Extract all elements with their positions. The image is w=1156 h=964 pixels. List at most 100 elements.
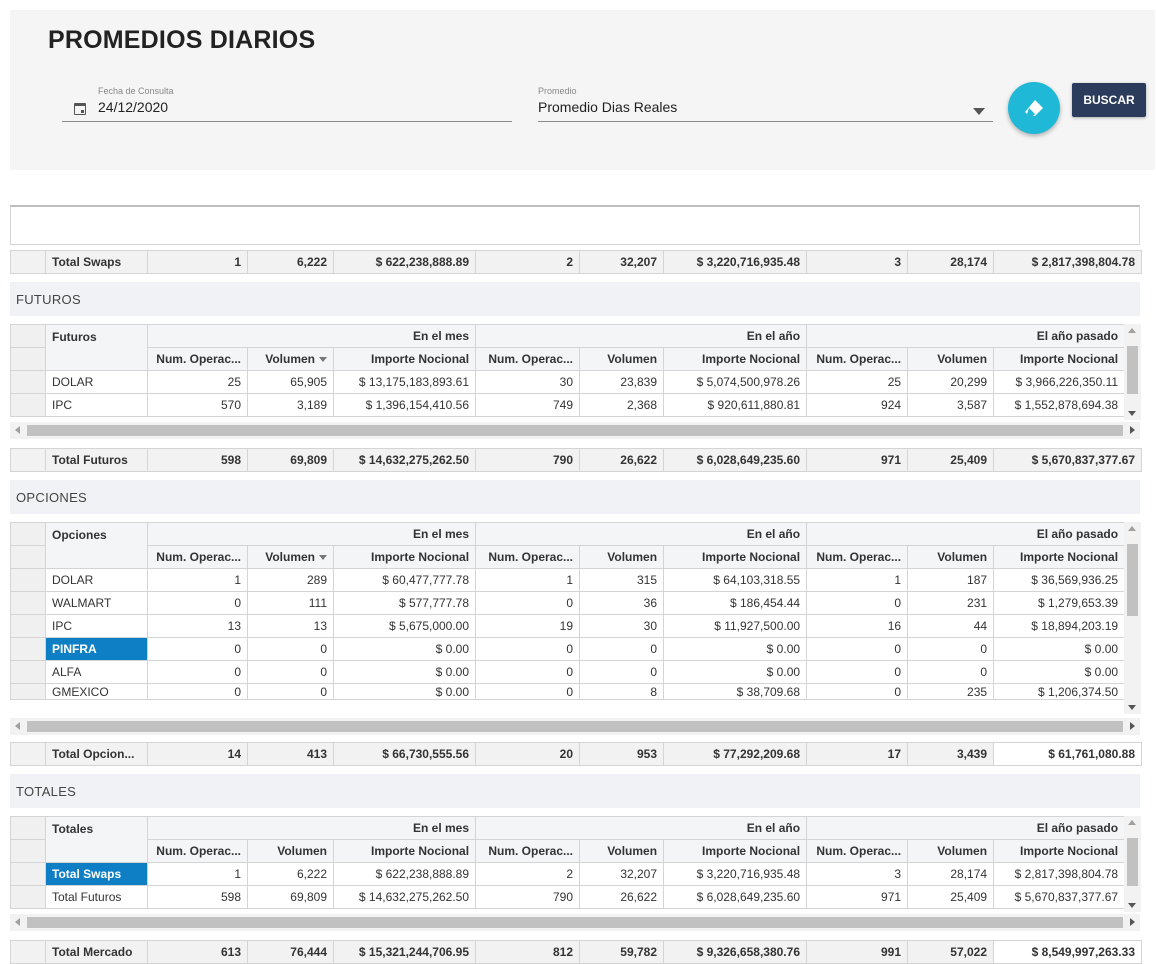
- group-header-mes[interactable]: En el mes: [146, 816, 477, 840]
- table-row[interactable]: Total Swaps 1 6,222 $ 622,238,888.89 2 3…: [10, 862, 1126, 886]
- cell[interactable]: 23,839: [579, 370, 665, 394]
- cell[interactable]: $ 577,777.78: [332, 591, 477, 615]
- horizontal-scrollbar[interactable]: [10, 914, 1140, 931]
- cell[interactable]: $ 36,569,936.25: [993, 568, 1126, 592]
- cell[interactable]: 187: [907, 568, 995, 592]
- scroll-thumb[interactable]: [1127, 346, 1138, 394]
- cell[interactable]: 0: [247, 660, 334, 684]
- row-label-selected[interactable]: Total Swaps: [45, 862, 148, 886]
- group-header-anio[interactable]: En el año: [475, 324, 808, 348]
- vertical-scrollbar[interactable]: [1124, 816, 1141, 912]
- col-header-importe[interactable]: Importe Nocional: [993, 839, 1126, 863]
- scroll-thumb[interactable]: [27, 917, 1123, 928]
- cell[interactable]: 924: [806, 393, 909, 417]
- scroll-right-icon[interactable]: [1130, 918, 1135, 926]
- cell[interactable]: $ 13,175,183,893.61: [332, 370, 477, 394]
- cell[interactable]: 570: [147, 393, 248, 417]
- table-row[interactable]: IPC 570 3,189 $ 1,396,154,410.56 749 2,3…: [10, 393, 1126, 417]
- col-header-num-ops[interactable]: Num. Operac...: [147, 839, 248, 863]
- col-header-num-ops[interactable]: Num. Operac...: [806, 545, 909, 569]
- cell[interactable]: $ 60,477,777.78: [332, 568, 477, 592]
- cell[interactable]: 1: [147, 568, 248, 592]
- cell[interactable]: $ 0.00: [332, 660, 477, 684]
- cell[interactable]: 0: [475, 660, 581, 684]
- table-row[interactable]: WALMART 0 111 $ 577,777.78 0 36 $ 186,45…: [10, 591, 1126, 615]
- scroll-up-icon[interactable]: [1128, 328, 1136, 333]
- vertical-scrollbar[interactable]: [1124, 522, 1141, 714]
- cell[interactable]: 13: [247, 614, 334, 638]
- cell[interactable]: 3,189: [247, 393, 334, 417]
- row-label[interactable]: DOLAR: [45, 370, 148, 394]
- col-header-volumen[interactable]: Volumen: [907, 347, 995, 371]
- scroll-left-icon[interactable]: [15, 918, 20, 926]
- cell[interactable]: 0: [806, 660, 909, 684]
- cell[interactable]: 0: [475, 683, 581, 700]
- col-header-volumen[interactable]: Volumen: [907, 545, 995, 569]
- row-label[interactable]: DOLAR: [45, 568, 148, 592]
- cell[interactable]: 0: [147, 591, 248, 615]
- col-header-num-ops[interactable]: Num. Operac...: [806, 839, 909, 863]
- cell[interactable]: 0: [147, 660, 248, 684]
- cell[interactable]: 0: [806, 637, 909, 661]
- cell[interactable]: $ 1,279,653.39: [993, 591, 1126, 615]
- scroll-thumb[interactable]: [27, 425, 1123, 436]
- cell[interactable]: 36: [579, 591, 665, 615]
- cell[interactable]: 25,409: [907, 885, 995, 909]
- cell[interactable]: $ 38,709.68: [663, 683, 808, 700]
- cell[interactable]: 598: [147, 885, 248, 909]
- table-row[interactable]: DOLAR 1 289 $ 60,477,777.78 1 315 $ 64,1…: [10, 568, 1126, 592]
- promedio-select[interactable]: Promedio Promedio Dias Reales: [538, 86, 993, 122]
- scroll-thumb[interactable]: [27, 721, 1123, 732]
- horizontal-scrollbar[interactable]: [10, 422, 1140, 439]
- cell[interactable]: 3: [806, 862, 909, 886]
- col-header-volumen[interactable]: Volumen: [579, 545, 665, 569]
- scroll-right-icon[interactable]: [1130, 426, 1135, 434]
- scroll-left-icon[interactable]: [15, 722, 20, 730]
- fecha-consulta-value[interactable]: 24/12/2020: [98, 99, 168, 115]
- cell[interactable]: 30: [579, 614, 665, 638]
- col-header-importe[interactable]: Importe Nocional: [332, 839, 477, 863]
- cell[interactable]: 0: [806, 683, 909, 700]
- scroll-down-icon[interactable]: [1128, 903, 1136, 908]
- scroll-up-icon[interactable]: [1128, 526, 1136, 531]
- cell[interactable]: 0: [579, 637, 665, 661]
- cell[interactable]: 1: [147, 862, 248, 886]
- cell[interactable]: 25: [806, 370, 909, 394]
- table-row[interactable]: PINFRA 0 0 $ 0.00 0 0 $ 0.00 0 0 $ 0.00: [10, 637, 1126, 661]
- cell[interactable]: 0: [147, 637, 248, 661]
- col-header-num-ops[interactable]: Num. Operac...: [475, 839, 581, 863]
- cell[interactable]: $ 0.00: [663, 660, 808, 684]
- cell[interactable]: 111: [247, 591, 334, 615]
- cell[interactable]: $ 3,220,716,935.48: [663, 862, 808, 886]
- cell[interactable]: 69,809: [247, 885, 334, 909]
- cell[interactable]: 65,905: [247, 370, 334, 394]
- cell[interactable]: 13: [147, 614, 248, 638]
- col-header-volumen[interactable]: Volumen: [247, 839, 334, 863]
- clear-button[interactable]: [1008, 82, 1060, 134]
- cell[interactable]: 19: [475, 614, 581, 638]
- col-header-importe[interactable]: Importe Nocional: [663, 545, 808, 569]
- group-header-anio[interactable]: En el año: [475, 522, 808, 546]
- cell[interactable]: 32,207: [579, 862, 665, 886]
- group-header-anio-pasado[interactable]: El año pasado: [806, 522, 1126, 546]
- cell[interactable]: $ 1,206,374.50: [993, 683, 1126, 700]
- buscar-button[interactable]: BUSCAR: [1072, 83, 1146, 117]
- col-header-importe[interactable]: Importe Nocional: [332, 347, 477, 371]
- cell[interactable]: $ 622,238,888.89: [332, 862, 477, 886]
- cell[interactable]: 790: [475, 885, 581, 909]
- col-header-importe[interactable]: Importe Nocional: [332, 545, 477, 569]
- totales-column-header[interactable]: Totales: [45, 816, 148, 863]
- scroll-up-icon[interactable]: [1128, 820, 1136, 825]
- cell[interactable]: 0: [147, 683, 248, 700]
- row-label[interactable]: IPC: [45, 614, 148, 638]
- cell[interactable]: 0: [579, 660, 665, 684]
- cell[interactable]: $ 0.00: [332, 683, 477, 700]
- vertical-scrollbar[interactable]: [1124, 324, 1141, 420]
- calendar-icon[interactable]: [74, 103, 86, 115]
- col-header-num-ops[interactable]: Num. Operac...: [475, 545, 581, 569]
- cell[interactable]: 235: [907, 683, 995, 700]
- cell[interactable]: 1: [806, 568, 909, 592]
- scroll-down-icon[interactable]: [1128, 705, 1136, 710]
- cell[interactable]: 0: [475, 637, 581, 661]
- chevron-down-icon[interactable]: [973, 108, 985, 115]
